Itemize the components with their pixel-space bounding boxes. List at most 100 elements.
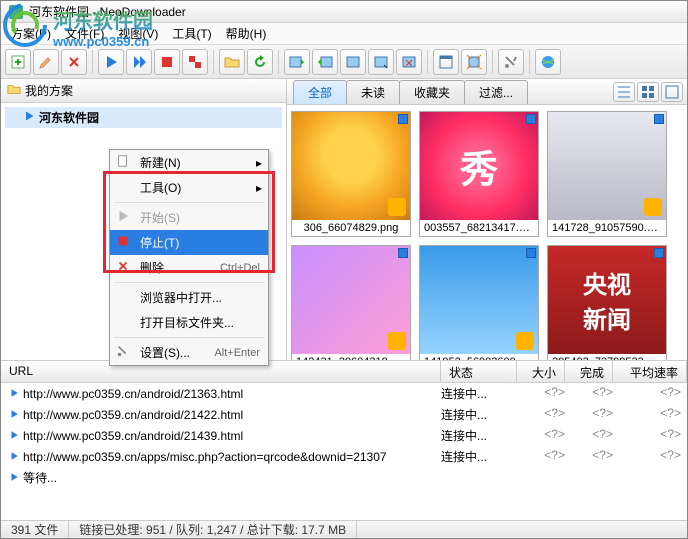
play-all-button[interactable]: [126, 49, 152, 75]
thumbnail-item[interactable]: 205403_72798533.png: [547, 245, 667, 360]
play-button[interactable]: [98, 49, 124, 75]
col-status[interactable]: 状态: [441, 361, 517, 382]
image-del-button[interactable]: [396, 49, 422, 75]
stop-all-button[interactable]: [182, 49, 208, 75]
table-row[interactable]: 等待...: [1, 467, 687, 488]
grid-body[interactable]: http://www.pc0359.cn/android/21363.html …: [1, 383, 687, 520]
row-size: <?>: [517, 385, 565, 402]
thumbnail-item[interactable]: 141952_56903600.png: [419, 245, 539, 360]
thumbnail-item[interactable]: 003557_68213417.png: [419, 111, 539, 237]
ctx-stop[interactable]: 停止(T): [110, 230, 268, 255]
stop-icon: [116, 234, 132, 250]
view-detail-button[interactable]: [661, 82, 683, 102]
ctx-stop-label: 停止(T): [140, 234, 179, 251]
sidebar-header: 我的方案: [1, 79, 286, 103]
delete-icon: [116, 259, 132, 275]
menu-project[interactable]: 方案(P): [5, 23, 57, 44]
ctx-separator: [114, 202, 264, 203]
chevron-right-icon: ▸: [256, 181, 262, 195]
badge-icon: [644, 198, 662, 216]
row-status: 连接中...: [441, 385, 517, 402]
filter-tabs: 全部 未读 收藏夹 过滤...: [287, 79, 687, 105]
ctx-open-browser[interactable]: 浏览器中打开...: [110, 285, 268, 310]
refresh-button[interactable]: [247, 49, 273, 75]
col-done[interactable]: 完成: [565, 361, 613, 382]
play-icon: [9, 450, 19, 464]
ctx-start-label: 开始(S): [140, 209, 180, 226]
row-status: [441, 469, 517, 486]
row-status: 连接中...: [441, 406, 517, 423]
tab-favorites[interactable]: 收藏夹: [399, 80, 465, 104]
context-menu: 新建(N) ▸ 工具(O)▸ 开始(S) 停止(T) 删除 Ctrl+Del 浏览…: [109, 149, 269, 366]
table-row[interactable]: http://www.pc0359.cn/android/21363.html …: [1, 383, 687, 404]
row-size: <?>: [517, 448, 565, 465]
chevron-right-icon: ▸: [256, 156, 262, 170]
table-row[interactable]: http://www.pc0359.cn/android/21422.html …: [1, 404, 687, 425]
row-done: <?>: [565, 406, 613, 423]
ctx-open-folder[interactable]: 打开目标文件夹...: [110, 310, 268, 335]
fit-button[interactable]: [461, 49, 487, 75]
new-badge-icon: [526, 114, 536, 124]
menu-view[interactable]: 视图(V): [112, 23, 164, 44]
badge-icon: [388, 332, 406, 350]
play-icon: [23, 110, 35, 125]
row-status: 连接中...: [441, 427, 517, 444]
tree-item[interactable]: 河东软件园: [5, 107, 282, 128]
row-size: <?>: [517, 427, 565, 444]
ctx-tools[interactable]: 工具(O)▸: [110, 175, 268, 200]
status-files: 391 文件: [1, 521, 69, 538]
menu-file[interactable]: 文件(F): [59, 23, 110, 44]
new-badge-icon: [526, 248, 536, 258]
ctx-new[interactable]: 新建(N) ▸: [110, 150, 268, 175]
delete-button[interactable]: [61, 49, 87, 75]
thumbnail-item[interactable]: 142431_20604318.png: [291, 245, 411, 360]
tab-all[interactable]: 全部: [293, 80, 347, 104]
new-icon: [116, 154, 132, 170]
new-button[interactable]: [5, 49, 31, 75]
col-size[interactable]: 大小: [517, 361, 565, 382]
ctx-settings[interactable]: 设置(S)... Alt+Enter: [110, 340, 268, 365]
window-toggle-button[interactable]: [433, 49, 459, 75]
tab-filter[interactable]: 过滤...: [464, 80, 528, 104]
image-next-button[interactable]: [312, 49, 338, 75]
settings-button[interactable]: [498, 49, 524, 75]
thumbnail-item[interactable]: 306_66074829.png: [291, 111, 411, 237]
menu-help[interactable]: 帮助(H): [220, 23, 273, 44]
table-row[interactable]: http://www.pc0359.cn/apps/misc.php?actio…: [1, 446, 687, 467]
ctx-new-label: 新建(N): [140, 154, 181, 171]
open-folder-button[interactable]: [219, 49, 245, 75]
project-tree[interactable]: 河东软件园: [1, 103, 286, 132]
ctx-settings-label: 设置(S)...: [140, 344, 190, 361]
badge-icon: [516, 332, 534, 350]
badge-icon: [388, 198, 406, 216]
statusbar: 391 文件 链接已处理: 951 / 队列: 1,247 / 总计下载: 17…: [1, 520, 687, 538]
thumbnail-grid[interactable]: 306_66074829.png 003557_68213417.png 141…: [287, 105, 687, 360]
row-done: [565, 469, 613, 486]
menu-tools[interactable]: 工具(T): [166, 23, 217, 44]
edit-button[interactable]: [33, 49, 59, 75]
grid-header: URL 状态 大小 完成 平均速率: [1, 361, 687, 383]
tab-unread[interactable]: 未读: [346, 80, 400, 104]
thumbnail-label: 205403_72798533.png: [548, 354, 666, 360]
table-row[interactable]: http://www.pc0359.cn/android/21439.html …: [1, 425, 687, 446]
view-grid-button[interactable]: [637, 82, 659, 102]
tree-item-label: 河东软件园: [39, 109, 99, 126]
thumbnail-item[interactable]: 141728_91057590.png: [547, 111, 667, 237]
ctx-delete[interactable]: 删除 Ctrl+Del: [110, 255, 268, 280]
play-icon: [9, 429, 19, 443]
row-size: [517, 469, 565, 486]
image-open-button[interactable]: [368, 49, 394, 75]
row-url: http://www.pc0359.cn/apps/misc.php?actio…: [23, 450, 387, 464]
thumbnail-label: 142431_20604318.png: [292, 354, 410, 360]
row-status: 连接中...: [441, 448, 517, 465]
image-button[interactable]: [340, 49, 366, 75]
image-prev-button[interactable]: [284, 49, 310, 75]
row-url: http://www.pc0359.cn/android/21422.html: [23, 408, 243, 422]
view-list-button[interactable]: [613, 82, 635, 102]
globe-button[interactable]: [535, 49, 561, 75]
row-speed: <?>: [613, 406, 687, 423]
play-icon: [9, 387, 19, 401]
stop-button[interactable]: [154, 49, 180, 75]
ctx-settings-hint: Alt+Enter: [214, 347, 260, 359]
col-speed[interactable]: 平均速率: [613, 361, 687, 382]
